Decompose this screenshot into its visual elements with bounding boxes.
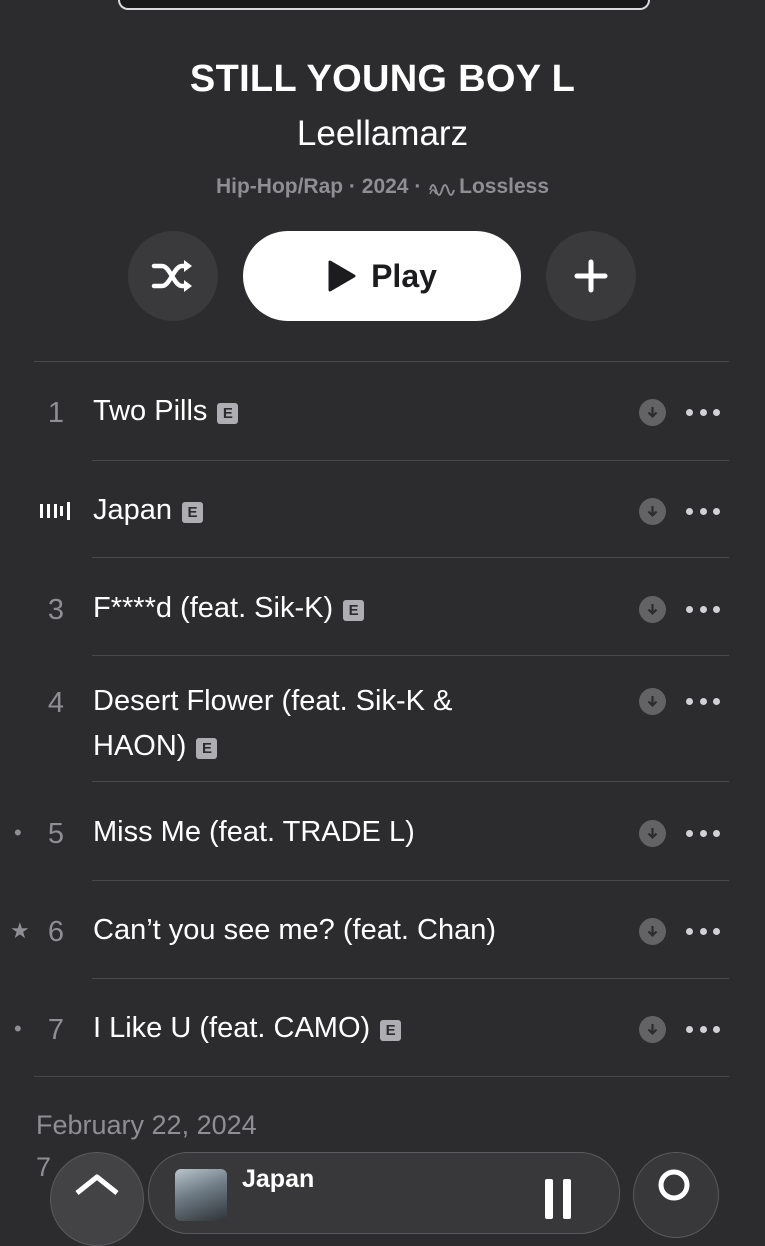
genre-year: Hip-Hop/Rap · 2024 ·: [215, 175, 422, 198]
divider: [92, 978, 729, 979]
divider: [92, 880, 729, 881]
download-icon[interactable]: [639, 399, 666, 426]
more-options-icon[interactable]: [686, 505, 720, 517]
search-tab-button[interactable]: [633, 1152, 719, 1238]
mini-player[interactable]: Japan: [148, 1152, 620, 1234]
new-song-dot: •: [14, 1016, 22, 1041]
play-label: Play: [371, 257, 437, 294]
album-meta: Hip-Hop/Rap · 2024 · Lossless: [0, 175, 765, 202]
track-title: Desert Flower (feat. Sik-K & HAON) E: [93, 685, 453, 762]
track-number: 7: [47, 1014, 65, 1046]
divider: [92, 655, 729, 656]
home-icon: [75, 1174, 119, 1195]
track-row[interactable]: 3 F****d (feat. Sik-K) E: [0, 586, 765, 631]
track-number: 3: [47, 594, 65, 626]
divider: [92, 781, 729, 782]
play-icon: [328, 260, 356, 292]
new-song-dot: •: [14, 820, 22, 845]
track-row[interactable]: • 5 Miss Me (feat. TRADE L): [0, 810, 765, 855]
lossless-label: Lossless: [459, 175, 550, 198]
shuffle-button[interactable]: [128, 231, 218, 321]
plus-icon: [574, 259, 608, 293]
track-title: F****d (feat. Sik-K) E: [93, 586, 513, 631]
divider: [34, 361, 729, 362]
track-row[interactable]: Japan E: [0, 488, 765, 533]
home-tab-button[interactable]: [50, 1152, 144, 1246]
track-row[interactable]: 4 Desert Flower (feat. Sik-K & HAON) E: [0, 679, 765, 769]
track-number: 5: [47, 818, 65, 850]
artist-name[interactable]: Leellamarz: [0, 114, 765, 154]
more-options-icon[interactable]: [686, 827, 720, 839]
track-number: 4: [47, 687, 65, 719]
explicit-badge: E: [217, 403, 239, 424]
track-row[interactable]: ★ 6 Can’t you see me? (feat. Chan): [0, 908, 765, 953]
track-number: 6: [47, 916, 65, 948]
play-button[interactable]: Play: [243, 231, 521, 321]
more-options-icon[interactable]: [686, 603, 720, 615]
more-options-icon[interactable]: [686, 406, 720, 418]
more-options-icon[interactable]: [686, 925, 720, 937]
mini-player-artwork: [175, 1169, 227, 1221]
download-icon[interactable]: [639, 688, 666, 715]
track-title: Two Pills E: [93, 389, 513, 434]
track-row[interactable]: 1 Two Pills E: [0, 389, 765, 434]
divider: [92, 460, 729, 461]
lossless-icon: [429, 178, 456, 202]
download-icon[interactable]: [639, 596, 666, 623]
explicit-badge: E: [380, 1020, 402, 1041]
download-icon[interactable]: [639, 918, 666, 945]
track-title: Japan E: [93, 488, 513, 533]
explicit-badge: E: [196, 738, 218, 759]
favorite-star-icon: ★: [10, 918, 30, 943]
album-title: STILL YOUNG BOY L: [189, 58, 576, 100]
explicit-badge: E: [343, 600, 365, 621]
track-number: 1: [47, 397, 65, 429]
track-title: Can’t you see me? (feat. Chan): [93, 914, 496, 946]
mini-player-title: Japan: [242, 1165, 315, 1193]
track-title: I Like U (feat. CAMO) E: [93, 1006, 513, 1051]
shuffle-icon: [151, 260, 192, 292]
divider: [34, 1076, 729, 1077]
search-icon: [658, 1169, 690, 1201]
explicit-badge: E: [182, 502, 204, 523]
track-title: Miss Me (feat. TRADE L): [93, 816, 415, 848]
album-artwork[interactable]: [118, 0, 650, 10]
release-date: February 22, 2024: [36, 1110, 257, 1140]
add-to-library-button[interactable]: [546, 231, 636, 321]
download-icon[interactable]: [639, 820, 666, 847]
more-options-icon[interactable]: [686, 1023, 720, 1035]
download-icon[interactable]: [639, 1016, 666, 1043]
divider: [92, 557, 729, 558]
download-icon[interactable]: [639, 498, 666, 525]
song-count: 7: [36, 1152, 52, 1182]
now-playing-icon: [40, 502, 70, 520]
pause-icon[interactable]: [545, 1179, 571, 1219]
more-options-icon[interactable]: [686, 695, 720, 707]
track-row[interactable]: • 7 I Like U (feat. CAMO) E: [0, 1006, 765, 1051]
